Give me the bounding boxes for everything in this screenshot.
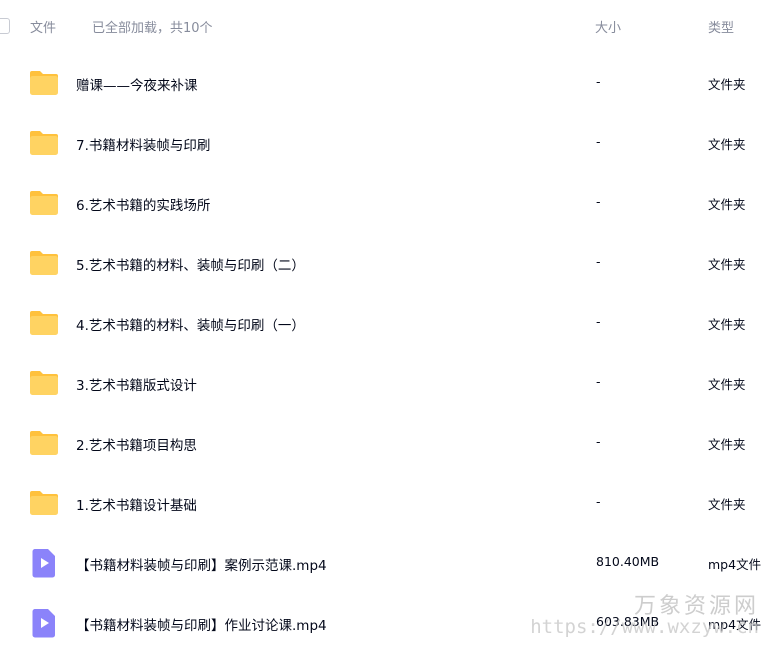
file-row[interactable]: 7.书籍材料装帧与印刷 - 文件夹 bbox=[0, 113, 783, 173]
file-size: 603.83MB bbox=[596, 614, 660, 629]
file-size: 810.40MB bbox=[596, 554, 660, 569]
file-name[interactable]: 3.艺术书籍版式设计 bbox=[76, 374, 197, 394]
column-header-file[interactable]: 文件 bbox=[30, 17, 56, 36]
folder-icon bbox=[28, 187, 60, 219]
file-name[interactable]: 7.书籍材料装帧与印刷 bbox=[76, 134, 210, 154]
file-name[interactable]: 【书籍材料装帧与印刷】案例示范课.mp4 bbox=[76, 554, 327, 574]
file-type: 文件夹 bbox=[708, 377, 746, 392]
folder-icon bbox=[28, 127, 60, 159]
column-header-size[interactable]: 大小 bbox=[595, 17, 621, 36]
file-name[interactable]: 6.艺术书籍的实践场所 bbox=[76, 194, 210, 214]
file-type: mp4文件 bbox=[708, 557, 762, 572]
loaded-status: 已全部加载，共10个 bbox=[92, 21, 213, 36]
file-size: - bbox=[596, 374, 601, 389]
file-row[interactable]: 5.艺术书籍的材料、装帧与印刷（二） - 文件夹 bbox=[0, 233, 783, 293]
file-type: 文件夹 bbox=[708, 197, 746, 212]
file-size: - bbox=[596, 434, 601, 449]
file-size: - bbox=[596, 74, 601, 89]
file-type: 文件夹 bbox=[708, 137, 746, 152]
file-row[interactable]: 4.艺术书籍的材料、装帧与印刷（一） - 文件夹 bbox=[0, 293, 783, 353]
file-row[interactable]: 赠课——今夜来补课 - 文件夹 bbox=[0, 53, 783, 113]
file-row[interactable]: 【书籍材料装帧与印刷】作业讨论课.mp4 603.83MB mp4文件 bbox=[0, 593, 783, 653]
file-type: 文件夹 bbox=[708, 437, 746, 452]
file-type: 文件夹 bbox=[708, 497, 746, 512]
folder-icon bbox=[28, 307, 60, 339]
folder-icon bbox=[28, 427, 60, 459]
file-size: - bbox=[596, 314, 601, 329]
file-type: 文件夹 bbox=[708, 317, 746, 332]
file-type: mp4文件 bbox=[708, 617, 762, 632]
video-file-icon bbox=[28, 607, 60, 639]
file-name[interactable]: 4.艺术书籍的材料、装帧与印刷（一） bbox=[76, 314, 305, 334]
folder-icon bbox=[28, 367, 60, 399]
folder-icon bbox=[28, 247, 60, 279]
file-name[interactable]: 5.艺术书籍的材料、装帧与印刷（二） bbox=[76, 254, 305, 274]
file-name[interactable]: 2.艺术书籍项目构思 bbox=[76, 434, 197, 454]
file-row[interactable]: 3.艺术书籍版式设计 - 文件夹 bbox=[0, 353, 783, 413]
file-row[interactable]: 2.艺术书籍项目构思 - 文件夹 bbox=[0, 413, 783, 473]
file-row[interactable]: 6.艺术书籍的实践场所 - 文件夹 bbox=[0, 173, 783, 233]
column-header-type[interactable]: 类型 bbox=[708, 17, 734, 36]
list-header: 文件 已全部加载，共10个 大小 类型 bbox=[0, 0, 783, 52]
file-size: - bbox=[596, 134, 601, 149]
file-type: 文件夹 bbox=[708, 77, 746, 92]
file-row[interactable]: 1.艺术书籍设计基础 - 文件夹 bbox=[0, 473, 783, 533]
video-file-icon bbox=[28, 547, 60, 579]
file-name[interactable]: 赠课——今夜来补课 bbox=[76, 74, 198, 94]
file-name[interactable]: 1.艺术书籍设计基础 bbox=[76, 494, 197, 514]
folder-icon bbox=[28, 67, 60, 99]
folder-icon bbox=[28, 487, 60, 519]
select-all-checkbox[interactable] bbox=[0, 18, 10, 34]
file-size: - bbox=[596, 494, 601, 509]
file-type: 文件夹 bbox=[708, 257, 746, 272]
file-list-page: 文件 已全部加载，共10个 大小 类型 赠课——今夜来补课 - 文件夹 7.书籍材料装… bbox=[0, 0, 783, 661]
file-size: - bbox=[596, 194, 601, 209]
file-row[interactable]: 【书籍材料装帧与印刷】案例示范课.mp4 810.40MB mp4文件 bbox=[0, 533, 783, 593]
file-name[interactable]: 【书籍材料装帧与印刷】作业讨论课.mp4 bbox=[76, 614, 327, 634]
file-size: - bbox=[596, 254, 601, 269]
